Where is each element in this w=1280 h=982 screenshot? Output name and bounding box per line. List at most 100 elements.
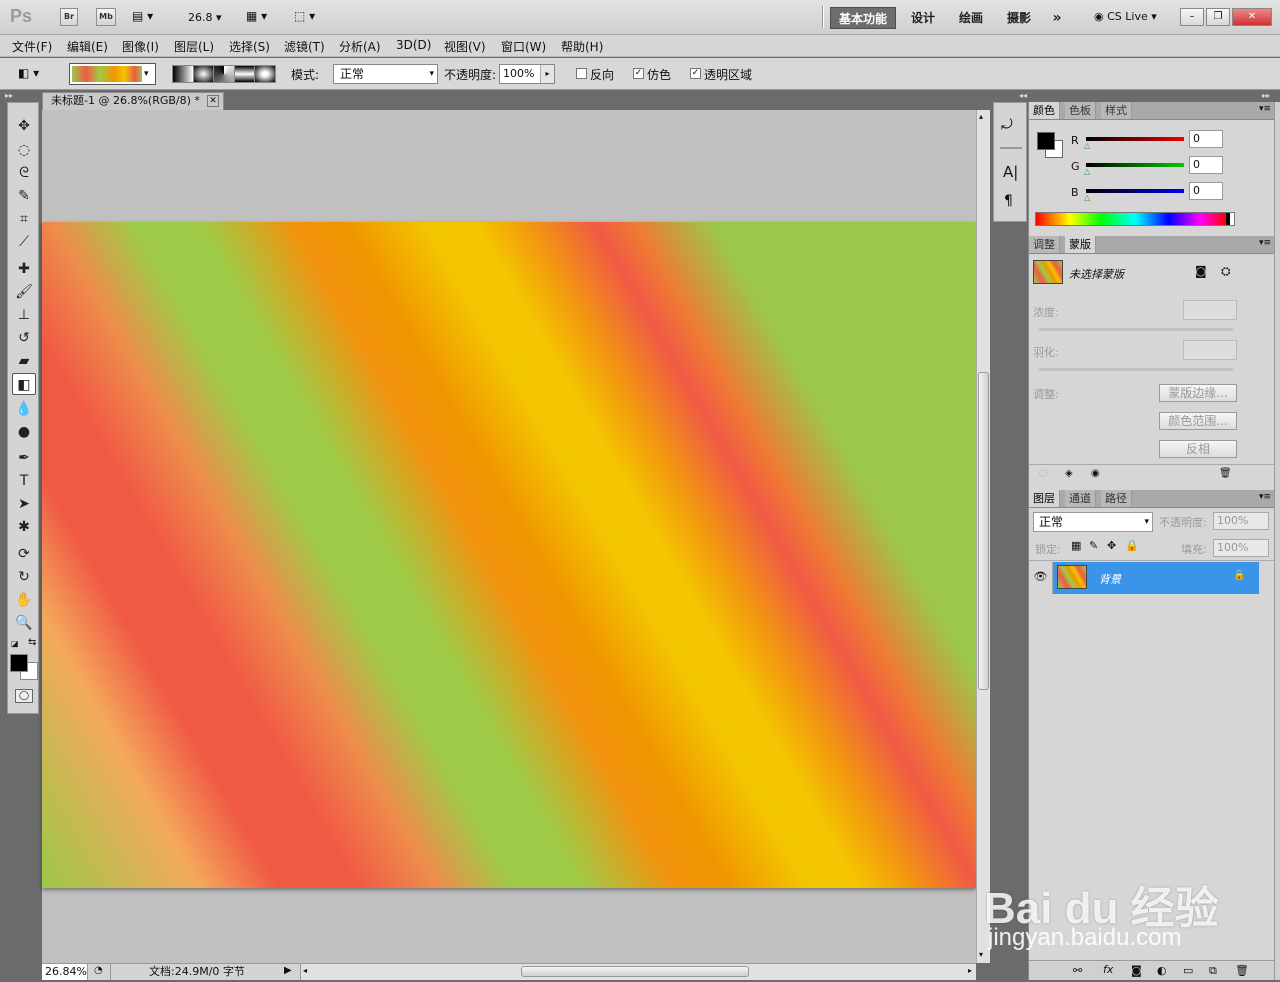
minimize-button[interactable]: – <box>1180 8 1204 26</box>
menu-filter[interactable]: 滤镜(T) <box>284 38 325 55</box>
feather-slider[interactable] <box>1039 368 1233 371</box>
3d-rotate-tool-icon[interactable]: ⟳ <box>12 543 36 565</box>
quick-select-tool-icon[interactable]: ✎ <box>12 185 36 207</box>
foreground-color-swatch[interactable] <box>10 654 28 672</box>
density-slider[interactable] <box>1039 328 1233 331</box>
cs-live-dropdown[interactable]: ◉ CS Live ▾ <box>1094 10 1157 23</box>
linear-gradient-button[interactable] <box>173 66 194 82</box>
diamond-gradient-button[interactable] <box>255 66 275 82</box>
paragraph-panel-icon[interactable]: ¶ <box>1004 193 1013 209</box>
maximize-button[interactable]: ❐ <box>1206 8 1230 26</box>
scroll-right-icon[interactable]: ▸ <box>968 966 972 975</box>
horizontal-scrollbar[interactable]: ◂ ▸ <box>300 964 976 980</box>
brush-tool-icon[interactable]: 🖌 <box>12 281 36 303</box>
workspace-essentials[interactable]: 基本功能 <box>830 7 896 29</box>
menu-help[interactable]: 帮助(H) <box>561 38 603 55</box>
collapse-strip-icon[interactable]: ◂◂ <box>993 91 1027 101</box>
workspace-design[interactable]: 设计 <box>902 7 944 29</box>
fill-input[interactable]: 100% <box>1213 539 1269 557</box>
history-brush-tool-icon[interactable]: ↺ <box>12 327 36 349</box>
scroll-up-icon[interactable]: ▴ <box>979 112 983 121</box>
menu-file[interactable]: 文件(F) <box>12 38 52 55</box>
panel-menu-icon[interactable]: ▾≡ <box>1259 104 1271 114</box>
new-group-icon[interactable]: ▭ <box>1183 964 1193 977</box>
scroll-left-icon[interactable]: ◂ <box>303 966 307 975</box>
angle-gradient-button[interactable] <box>214 66 235 82</box>
history-panel-icon[interactable]: ⤾ <box>1001 117 1013 133</box>
opacity-input[interactable]: 100% ▸ <box>499 64 555 84</box>
slider-handle-icon[interactable]: △ <box>1084 167 1090 176</box>
layer-visibility-eye-icon[interactable]: 👁 <box>1029 562 1053 594</box>
eraser-tool-icon[interactable]: ▰ <box>12 350 36 372</box>
opacity-slider-arrow-icon[interactable]: ▸ <box>540 65 554 83</box>
view-extras-dropdown[interactable]: ▤ ▾ <box>132 9 166 25</box>
feather-input[interactable] <box>1183 340 1237 360</box>
healing-brush-tool-icon[interactable]: ✚ <box>12 258 36 280</box>
mask-edge-button[interactable]: 蒙版边缘... <box>1159 384 1237 402</box>
layer-row[interactable]: 👁 背景 🔒 <box>1029 562 1259 594</box>
add-pixel-mask-icon[interactable]: ◙ <box>1195 264 1207 278</box>
panel-menu-icon[interactable]: ▾≡ <box>1259 492 1271 502</box>
menu-window[interactable]: 窗口(W) <box>501 38 546 55</box>
share-icon[interactable]: ◔ <box>94 965 103 976</box>
layer-blend-mode-select[interactable]: 正常 ▾ <box>1033 512 1153 532</box>
blue-channel-slider[interactable] <box>1086 189 1184 193</box>
quick-mask-icon[interactable]: ◯ <box>15 689 33 703</box>
green-value-input[interactable]: 0 <box>1189 156 1223 174</box>
green-channel-slider[interactable] <box>1086 163 1184 167</box>
tab-color[interactable]: 颜色 <box>1029 102 1060 119</box>
panel-menu-icon[interactable]: ▾≡ <box>1259 238 1271 248</box>
slider-handle-icon[interactable]: △ <box>1084 141 1090 150</box>
collapse-toolbox-icon[interactable]: ▸▸ <box>5 91 41 101</box>
menu-analysis[interactable]: 分析(A) <box>339 38 381 55</box>
marquee-tool-icon[interactable]: ◌ <box>12 139 36 161</box>
swap-colors-icon[interactable]: ⇆ <box>28 637 36 648</box>
color-spectrum-ramp[interactable] <box>1035 212 1235 226</box>
zoom-tool-icon[interactable]: 🔍 <box>12 612 36 634</box>
dither-checkbox[interactable]: ✓ <box>633 68 644 79</box>
link-layers-icon[interactable]: ⚯ <box>1073 964 1082 977</box>
tab-swatches[interactable]: 色板 <box>1065 102 1096 119</box>
screen-mode-dropdown[interactable]: ⬚ ▾ <box>294 9 330 23</box>
menu-3d[interactable]: 3D(D) <box>396 38 431 52</box>
density-input[interactable] <box>1183 300 1237 320</box>
arrange-documents-dropdown[interactable]: ▦ ▾ <box>246 9 282 23</box>
hand-tool-icon[interactable]: ✋ <box>12 589 36 611</box>
pen-tool-icon[interactable]: ✒ <box>12 447 36 469</box>
gradient-tool-icon[interactable]: ◧ <box>12 373 36 395</box>
delete-mask-icon[interactable]: 🗑 <box>1219 468 1232 479</box>
canvas-image[interactable] <box>42 222 976 888</box>
blur-tool-icon[interactable]: 💧 <box>12 398 36 420</box>
tab-adjustments[interactable]: 调整 <box>1029 236 1060 253</box>
bridge-button[interactable]: Br <box>60 8 78 26</box>
collapse-panels-icon[interactable]: ▸▸ <box>1028 91 1274 101</box>
load-selection-icon[interactable]: ◌ <box>1039 468 1048 479</box>
gradient-picker[interactable]: ▾ <box>69 63 156 85</box>
more-workspaces-icon[interactable]: » <box>1044 7 1070 29</box>
layer-name[interactable]: 背景 <box>1099 571 1121 587</box>
eyedropper-tool-icon[interactable]: ⟋ <box>12 231 36 253</box>
character-panel-icon[interactable]: A| <box>1003 163 1018 181</box>
tab-channels[interactable]: 通道 <box>1065 490 1096 507</box>
color-range-button[interactable]: 颜色范围... <box>1159 412 1237 430</box>
document-tab[interactable]: 未标题-1 @ 26.8%(RGB/8) * ✕ <box>42 92 224 110</box>
lock-pixels-icon[interactable]: ✎ <box>1089 539 1098 552</box>
close-button[interactable]: ✕ <box>1232 8 1272 26</box>
panel-scrollbar[interactable] <box>1274 102 1280 980</box>
clone-stamp-tool-icon[interactable]: ⊥ <box>12 304 36 326</box>
delete-layer-icon[interactable]: 🗑 <box>1235 964 1249 977</box>
tab-styles[interactable]: 样式 <box>1101 102 1132 119</box>
mini-bridge-button[interactable]: Mb <box>96 8 116 26</box>
scroll-down-icon[interactable]: ▾ <box>979 950 983 959</box>
default-colors-icon[interactable]: ◪ <box>11 639 19 648</box>
reflected-gradient-button[interactable] <box>234 66 256 82</box>
new-layer-icon[interactable]: ⧉ <box>1209 964 1217 978</box>
menu-select[interactable]: 选择(S) <box>229 38 270 55</box>
radial-gradient-button[interactable] <box>193 66 215 82</box>
tab-masks[interactable]: 蒙版 <box>1065 236 1096 253</box>
add-mask-icon[interactable]: ◙ <box>1131 964 1142 977</box>
workspace-painting[interactable]: 绘画 <box>950 7 992 29</box>
close-document-icon[interactable]: ✕ <box>207 95 219 107</box>
visibility-toggle-icon[interactable]: ◉ <box>1091 468 1100 479</box>
layer-opacity-input[interactable]: 100% <box>1213 512 1269 530</box>
